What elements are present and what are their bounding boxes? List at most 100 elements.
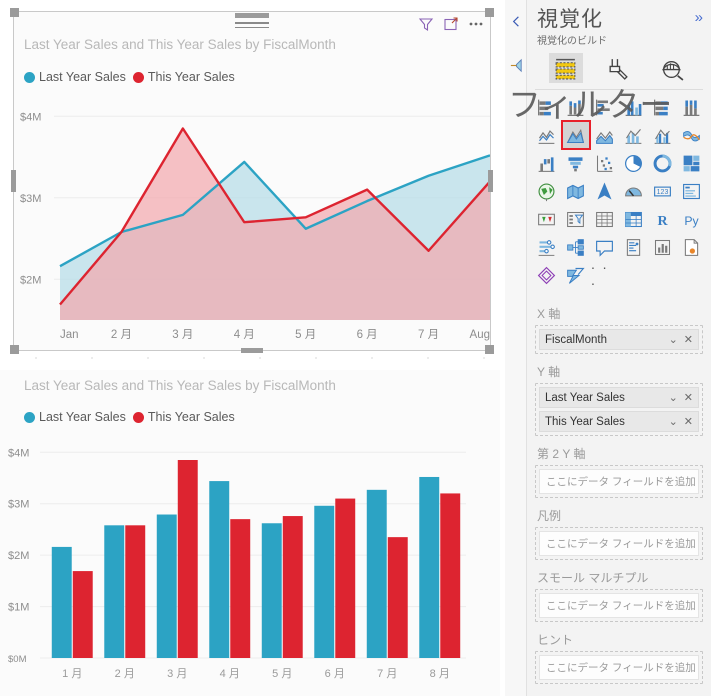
multi-row-card-icon[interactable] bbox=[677, 178, 705, 204]
bar-chart-visual[interactable]: Last Year Sales and This Year Sales by F… bbox=[0, 370, 500, 696]
resize-handle-bl[interactable] bbox=[10, 345, 19, 354]
area-chart-visual[interactable]: Last Year Sales and This Year Sales by F… bbox=[10, 8, 494, 354]
field-well-placeholder-5[interactable]: ここにデータ フィールドを追加します bbox=[539, 655, 699, 681]
map-icon[interactable] bbox=[533, 178, 561, 204]
resize-handle-tl[interactable] bbox=[10, 8, 19, 17]
report-canvas[interactable]: Last Year Sales and This Year Sales by F… bbox=[0, 0, 505, 696]
slicer-icon[interactable] bbox=[562, 206, 590, 232]
clustered-bar-chart-icon[interactable] bbox=[591, 94, 619, 120]
resize-handle-right[interactable] bbox=[488, 170, 493, 192]
svg-text:R: R bbox=[657, 213, 668, 228]
field-well-2[interactable]: ここにデータ フィールドを追加します bbox=[535, 465, 703, 499]
waterfall-chart-icon[interactable] bbox=[533, 150, 561, 176]
clustered-column-chart-icon[interactable] bbox=[620, 94, 648, 120]
decomposition-tree-icon[interactable] bbox=[562, 234, 590, 260]
area-chart-legend[interactable]: Last Year Sales This Year Sales bbox=[24, 70, 235, 84]
line-chart-icon[interactable] bbox=[533, 122, 561, 148]
svg-text:Jan: Jan bbox=[60, 329, 79, 341]
100-stacked-bar-chart-icon[interactable] bbox=[648, 94, 676, 120]
gauge-icon[interactable] bbox=[620, 178, 648, 204]
remove-field-icon[interactable]: ✕ bbox=[684, 333, 693, 346]
scatter-chart-icon[interactable] bbox=[591, 150, 619, 176]
chevron-down-icon[interactable]: ⌄ bbox=[669, 391, 678, 404]
remove-field-icon[interactable]: ✕ bbox=[684, 415, 693, 428]
tab-analytics[interactable] bbox=[655, 53, 689, 83]
field-well-placeholder-3[interactable]: ここにデータ フィールドを追加します bbox=[539, 531, 699, 557]
field-well-1[interactable]: Last Year Sales ⌄ ✕ This Year Sales ⌄ ✕ bbox=[535, 383, 703, 437]
stacked-area-chart-icon[interactable] bbox=[591, 122, 619, 148]
field-well-label-1: Y 軸 bbox=[537, 365, 561, 380]
bar-legend-item-this-year[interactable]: This Year Sales bbox=[132, 410, 235, 424]
field-well-5[interactable]: ここにデータ フィールドを追加します bbox=[535, 651, 703, 685]
ribbon-chart-icon[interactable] bbox=[677, 122, 705, 148]
r-script-visual-icon[interactable]: R bbox=[648, 206, 676, 232]
donut-chart-icon[interactable] bbox=[648, 150, 676, 176]
svg-text:2 月: 2 月 bbox=[115, 668, 135, 680]
line-stacked-column-chart-icon[interactable] bbox=[620, 122, 648, 148]
remove-field-icon[interactable]: ✕ bbox=[684, 391, 693, 404]
funnel-icon[interactable] bbox=[562, 150, 590, 176]
field-chip-0-0[interactable]: FiscalMonth ⌄ ✕ bbox=[539, 329, 699, 351]
chevron-down-icon[interactable]: ⌄ bbox=[669, 333, 678, 346]
table-icon[interactable] bbox=[591, 206, 619, 232]
key-influencers-icon[interactable] bbox=[533, 234, 561, 260]
card-icon[interactable]: 123 bbox=[648, 178, 676, 204]
field-well-4[interactable]: ここにデータ フィールドを追加します bbox=[535, 589, 703, 623]
visual-header-toolbar[interactable] bbox=[418, 16, 484, 32]
chevron-left-icon[interactable] bbox=[509, 14, 524, 29]
treemap-icon[interactable] bbox=[677, 150, 705, 176]
more-visuals-icon[interactable]: · · · bbox=[591, 259, 619, 291]
kpi-icon[interactable] bbox=[533, 206, 561, 232]
resize-handle-left[interactable] bbox=[11, 170, 16, 192]
resize-handle-br[interactable] bbox=[485, 345, 494, 354]
python-visual-icon[interactable]: Py bbox=[677, 206, 705, 232]
azure-map-icon[interactable] bbox=[591, 178, 619, 204]
pie-chart-icon[interactable] bbox=[620, 150, 648, 176]
paginated-report-icon[interactable] bbox=[677, 234, 705, 260]
field-well-placeholder-2[interactable]: ここにデータ フィールドを追加します bbox=[539, 469, 699, 495]
field-well-3[interactable]: ここにデータ フィールドを追加します bbox=[535, 527, 703, 561]
100-stacked-column-chart-icon[interactable] bbox=[677, 94, 705, 120]
smart-narrative-icon[interactable] bbox=[620, 234, 648, 260]
svg-text:$3M: $3M bbox=[20, 193, 41, 205]
filled-map-icon[interactable] bbox=[562, 178, 590, 204]
bar-chart-legend[interactable]: Last Year Sales This Year Sales bbox=[24, 410, 235, 424]
svg-text:123: 123 bbox=[656, 189, 668, 196]
field-chip-label: FiscalMonth bbox=[545, 333, 607, 346]
focus-mode-icon[interactable] bbox=[443, 16, 459, 32]
field-chip-1-0[interactable]: Last Year Sales ⌄ ✕ bbox=[539, 387, 699, 409]
field-chip-1-1[interactable]: This Year Sales ⌄ ✕ bbox=[539, 411, 699, 433]
visualizations-pane-tabs[interactable] bbox=[527, 49, 711, 89]
svg-text:Py: Py bbox=[684, 213, 699, 227]
area-chart-icon[interactable] bbox=[560, 120, 591, 151]
field-wells[interactable]: X 軸 FiscalMonth ⌄ ✕ Y 軸 Last Year Sales ⌄ ✕ This… bbox=[527, 294, 711, 694]
power-automate-icon[interactable] bbox=[562, 262, 590, 288]
tab-build[interactable] bbox=[548, 53, 583, 84]
visual-drag-handle[interactable] bbox=[235, 13, 269, 28]
tab-format[interactable] bbox=[602, 53, 636, 83]
matrix-icon[interactable] bbox=[620, 206, 648, 232]
more-options-icon[interactable] bbox=[468, 16, 484, 32]
resize-handle-tr[interactable] bbox=[485, 8, 494, 17]
legend-item-this-year[interactable]: This Year Sales bbox=[132, 70, 235, 84]
field-well-0[interactable]: FiscalMonth ⌄ ✕ bbox=[535, 325, 703, 355]
expand-pane-icon[interactable]: » bbox=[695, 10, 703, 25]
stacked-bar-chart-icon[interactable] bbox=[533, 94, 561, 120]
area-chart-svg: $2M $3M $4M Jan 2 月 3 月 4 月 5 月 6 月 7 月 Aug bbox=[20, 111, 491, 341]
svg-text:2 月: 2 月 bbox=[111, 329, 132, 341]
q-and-a-icon[interactable] bbox=[591, 234, 619, 260]
visual-type-gallery[interactable]: 123 R Py · · · bbox=[527, 90, 711, 294]
filters-pane-icon[interactable] bbox=[509, 58, 524, 73]
metrics-icon[interactable] bbox=[648, 234, 676, 260]
legend-item-last-year[interactable]: Last Year Sales bbox=[24, 70, 126, 84]
stacked-column-chart-icon[interactable] bbox=[562, 94, 590, 120]
line-clustered-column-chart-icon[interactable] bbox=[648, 122, 676, 148]
resize-handle-bottom[interactable] bbox=[241, 348, 263, 353]
power-apps-icon[interactable] bbox=[533, 262, 561, 288]
bar-legend-item-last-year[interactable]: Last Year Sales bbox=[24, 410, 126, 424]
field-well-placeholder-4[interactable]: ここにデータ フィールドを追加します bbox=[539, 593, 699, 619]
field-well-label-5: ヒント bbox=[537, 633, 574, 648]
filter-icon[interactable] bbox=[418, 16, 434, 32]
legend-label-last-year: Last Year Sales bbox=[39, 70, 126, 84]
chevron-down-icon[interactable]: ⌄ bbox=[669, 415, 678, 428]
